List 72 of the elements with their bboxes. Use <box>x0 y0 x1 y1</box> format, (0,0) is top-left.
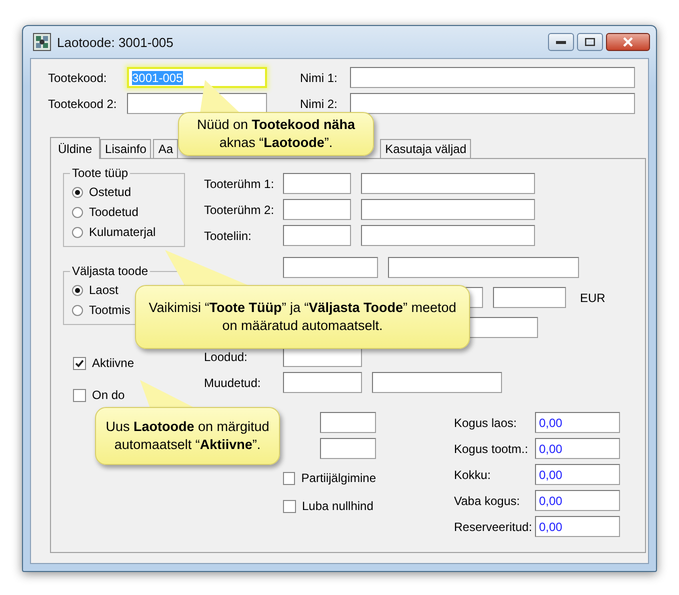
tab[interactable]: Lisainfo <box>100 139 152 158</box>
radio-button[interactable] <box>72 284 83 296</box>
field-label: Kokku: <box>454 468 492 482</box>
text-field[interactable] <box>493 287 566 308</box>
callout-tooltip: Nüüd on Tootekood näha aknas “Laotoode”. <box>178 112 374 156</box>
callout-tooltip: Uus Laotoode on märgitud automaatselt “Aktiivne”. <box>95 407 280 465</box>
field-label: Reserveeritud: <box>454 520 534 534</box>
text-field[interactable] <box>320 438 376 459</box>
checkbox-label: Partiijälgimine <box>301 471 376 485</box>
minimize-button[interactable] <box>548 33 574 51</box>
text-field[interactable] <box>361 173 535 194</box>
field-label: Tooterühm 1: <box>204 176 276 190</box>
callout-tooltip: Vaikimisi “Toote Tüüp” ja “Väljasta Toode” meetod on määratud automaatselt. <box>135 285 470 349</box>
text-field[interactable]: 0,00 <box>535 412 620 433</box>
tab[interactable]: Kasutaja väljad <box>380 139 472 158</box>
text-field[interactable] <box>372 372 502 393</box>
text-field[interactable] <box>320 412 376 433</box>
text-field[interactable]: 0,00 <box>535 516 620 537</box>
minimize-icon <box>556 40 566 44</box>
text-field[interactable] <box>350 67 635 88</box>
maximize-icon <box>585 38 595 46</box>
text-field[interactable] <box>388 257 579 278</box>
close-icon <box>622 37 634 47</box>
radio-button[interactable] <box>72 226 83 238</box>
field-label: Vaba kogus: <box>454 494 521 508</box>
tooltip-pointer <box>200 80 240 113</box>
text-field[interactable]: 0,00 <box>535 438 620 459</box>
checkbox[interactable] <box>283 500 296 512</box>
text-field[interactable] <box>350 93 635 114</box>
field-label: Nimi 1: <box>300 70 338 84</box>
checkbox-label: On do <box>92 388 125 402</box>
field-label: Kogus laos: <box>454 416 518 430</box>
text-field[interactable] <box>361 225 535 246</box>
checkbox[interactable] <box>73 356 86 370</box>
group-title: Toote tüüp <box>70 166 130 180</box>
radio-label: Laost <box>89 283 118 297</box>
app-icon <box>33 33 51 51</box>
field-label: Loodud: <box>204 350 248 364</box>
text-field[interactable] <box>361 199 535 220</box>
text-field[interactable]: 0,00 <box>535 490 620 511</box>
field-label: Tootekood: <box>48 70 108 84</box>
field-label: Nimi 2: <box>300 96 338 110</box>
checkbox-label: Luba nullhind <box>302 499 374 513</box>
text-field[interactable] <box>283 199 351 220</box>
close-button[interactable] <box>606 33 650 51</box>
checkbox[interactable] <box>283 472 296 484</box>
field-label: Tootekood 2: <box>48 96 118 110</box>
radio-button[interactable] <box>72 186 83 198</box>
radio-label: Kulumaterjal <box>89 225 156 239</box>
radio-button[interactable] <box>72 206 83 218</box>
tooltip-pointer <box>140 380 195 408</box>
text-field[interactable] <box>283 173 351 194</box>
checkbox-label: Aktiivne <box>92 356 134 370</box>
group-title: Väljasta toode <box>70 264 150 278</box>
text-field[interactable] <box>283 372 362 393</box>
checkbox[interactable] <box>73 388 86 402</box>
text-field[interactable] <box>283 257 378 278</box>
radio-label: Toodetud <box>89 205 138 219</box>
tab[interactable]: Üldine <box>50 137 100 159</box>
radio-label: Ostetud <box>89 185 132 199</box>
field-label: Tooteliin: <box>204 228 252 242</box>
field-label: Muudetud: <box>204 376 262 390</box>
maximize-button[interactable] <box>577 33 603 51</box>
radio-label: Tootmis <box>89 303 130 317</box>
field-label: Kogus tootm.: <box>454 442 530 456</box>
text-field[interactable] <box>283 225 351 246</box>
field-label: Tooterühm 2: <box>204 202 276 216</box>
window-title: Laotoode: 3001-005 <box>57 34 174 50</box>
radio-button[interactable] <box>72 304 83 316</box>
tab[interactable]: Aa <box>153 139 178 158</box>
text-field[interactable]: 0,00 <box>535 464 620 485</box>
currency-label: EUR <box>580 290 606 304</box>
